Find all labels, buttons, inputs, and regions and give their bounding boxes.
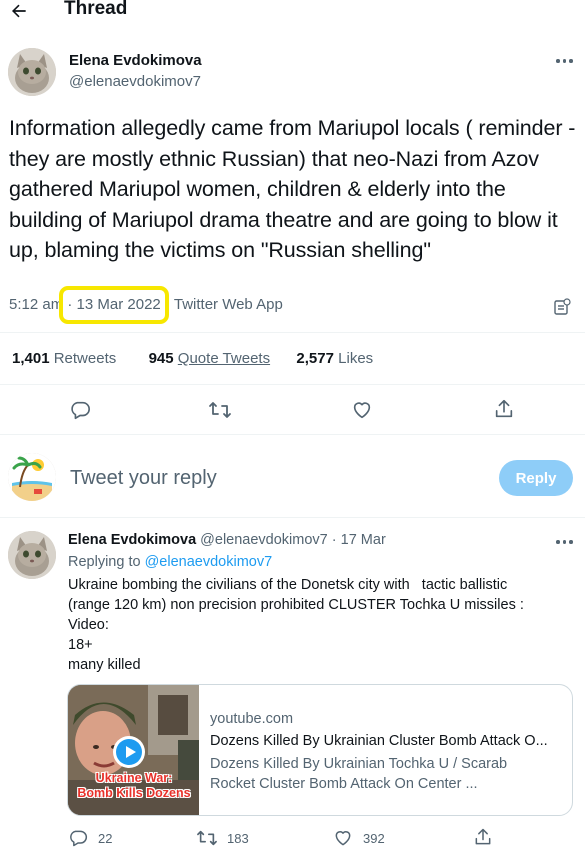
thread-header: Thread	[0, 0, 585, 26]
beach-avatar-image	[8, 453, 56, 501]
play-icon	[116, 739, 142, 765]
card-description-line: Dozens Killed By Ukrainian Tochka U / Sc…	[210, 756, 508, 772]
reply-text-line: Video:	[68, 617, 109, 633]
page-title: Thread	[64, 0, 128, 19]
reply-action-button[interactable]	[69, 399, 91, 421]
tweet-time[interactable]: 5:12 am	[9, 296, 63, 313]
date-highlight-annotation	[59, 286, 169, 324]
quote-tweets-stat[interactable]: 945 Quote Tweets	[149, 350, 270, 367]
thumbnail-caption-line: Ukraine War:	[95, 771, 173, 785]
reply-reply-button[interactable]: 22	[68, 828, 112, 848]
reply-input[interactable]: Tweet your reply	[70, 467, 217, 490]
user-avatar[interactable]	[8, 453, 56, 501]
reply-author-name[interactable]: Elena Evdokimova	[68, 532, 196, 548]
likes-stat[interactable]: 2,577 Likes	[296, 350, 373, 367]
author-handle[interactable]: @elenaevdokimov7	[69, 73, 201, 90]
cat-avatar-image	[8, 48, 56, 96]
thumbnail-caption: Ukraine War: Bomb Kills Dozens	[72, 771, 196, 801]
quote-count: 945	[148, 350, 174, 367]
reply-text-line: Ukraine bombing the civilians of the Don…	[68, 577, 508, 593]
divider	[0, 332, 585, 333]
author-avatar[interactable]	[8, 48, 56, 96]
share-icon	[475, 828, 491, 845]
divider	[0, 434, 585, 435]
author-name[interactable]: Elena Evdokimova	[69, 52, 202, 69]
arrow-left-icon	[12, 4, 26, 18]
divider	[0, 384, 585, 385]
replying-to-handle[interactable]: @elenaevdokimov7	[145, 554, 273, 570]
card-description: Dozens Killed By Ukrainian Tochka U / Sc…	[210, 754, 555, 794]
share-action-button[interactable]	[493, 398, 515, 420]
reply-retweet-button[interactable]: 183	[196, 828, 249, 848]
cat-avatar-image	[8, 531, 56, 579]
card-domain: youtube.com	[210, 711, 294, 727]
retweets-label: Retweets	[53, 350, 117, 367]
thumbnail-caption-line: Bomb Kills Dozens	[77, 786, 191, 800]
reply-text-line: many killed	[68, 657, 141, 673]
card-description-line: Rocket Cluster Bomb Attack On Center ...	[210, 776, 478, 792]
likes-label: Likes	[338, 350, 374, 367]
reply-author-avatar[interactable]	[8, 531, 56, 579]
card-title: Dozens Killed By Ukrainian Cluster Bomb …	[210, 733, 548, 749]
link-preview-card[interactable]: Ukraine War: Bomb Kills Dozens youtube.c…	[67, 684, 573, 816]
retweets-stat[interactable]: 1,401 Retweets	[12, 350, 116, 367]
more-options-icon[interactable]	[556, 59, 573, 63]
reply-date[interactable]: · 17 Mar	[332, 532, 386, 548]
reply-icon	[70, 830, 88, 847]
replying-to: Replying to @elenaevdokimov7	[68, 554, 272, 570]
heart-icon	[353, 402, 371, 419]
tweet-stats: 1,401 Retweets 945 Quote Tweets 2,577 Li…	[12, 350, 373, 367]
likes-count: 2,577	[296, 350, 334, 367]
retweet-action-button[interactable]	[208, 399, 232, 421]
retweets-count: 1,401	[12, 350, 50, 367]
replying-to-label: Replying to	[68, 554, 141, 570]
back-button[interactable]	[6, 0, 32, 24]
tweet-source[interactable]: Twitter Web App	[174, 296, 283, 313]
reply-icon	[71, 401, 90, 420]
share-icon	[495, 399, 513, 418]
reply-author-handle[interactable]: @elenaevdokimov7	[200, 532, 328, 548]
analytics-icon[interactable]	[553, 298, 571, 321]
retweet-icon	[209, 402, 231, 418]
reply-text-line: 18+	[68, 637, 93, 653]
reply-more-options-icon[interactable]	[556, 540, 573, 544]
reply-text-line: (range 120 km) non precision prohibited …	[68, 597, 524, 613]
retweet-count: 183	[227, 830, 249, 846]
tweet-text: Information allegedly came from Mariupol…	[9, 116, 576, 262]
divider	[0, 517, 585, 518]
like-action-button[interactable]	[351, 399, 373, 421]
reply-count: 22	[98, 830, 113, 846]
video-thumbnail[interactable]: Ukraine War: Bomb Kills Dozens	[68, 685, 199, 815]
quote-label: Quote Tweets	[177, 350, 271, 367]
reply-like-button[interactable]: 392	[333, 828, 385, 848]
reply-submit-button[interactable]: Reply	[499, 460, 573, 496]
heart-icon	[335, 831, 351, 846]
reply-share-button[interactable]	[473, 827, 493, 847]
reply-header: Elena Evdokimova @elenaevdokimov7 · 17 M…	[68, 532, 386, 548]
like-count: 392	[363, 830, 385, 846]
play-button[interactable]	[113, 736, 145, 768]
retweet-icon	[197, 830, 217, 846]
